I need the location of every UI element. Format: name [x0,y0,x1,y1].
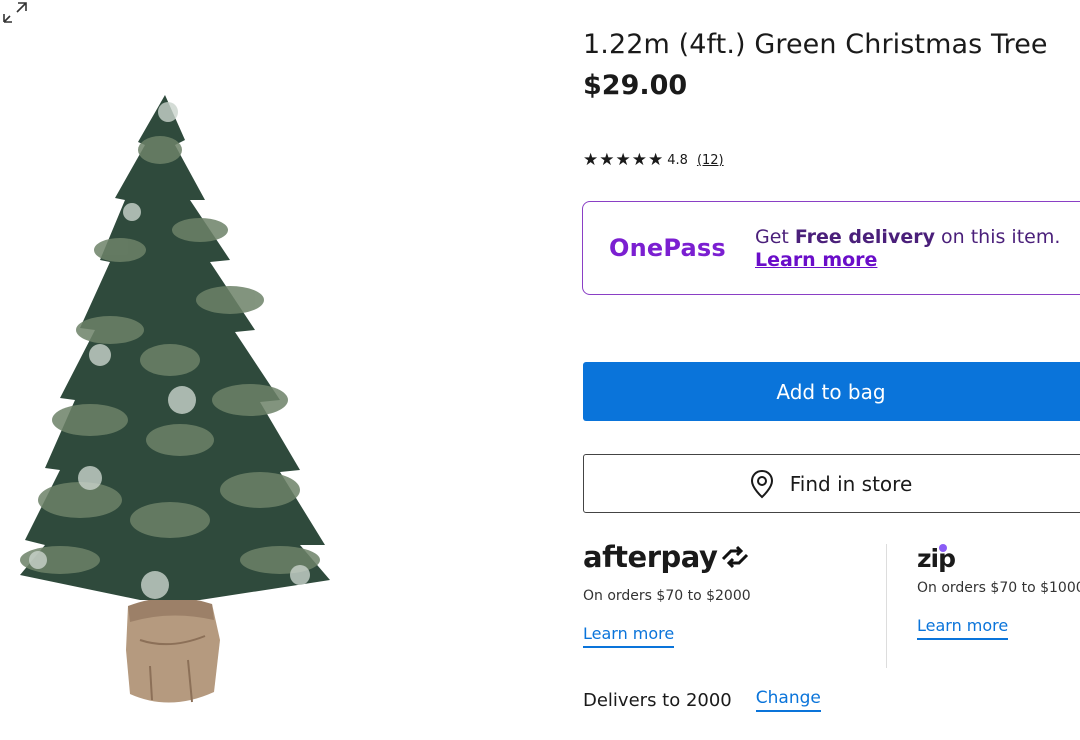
onepass-text-bold: Free delivery [794,226,935,248]
star-icon: ★ [631,150,647,170]
onepass-banner: OnePass Get Free delivery on this item. … [582,201,1080,295]
find-in-store-button[interactable]: Find in store [583,454,1080,513]
zip-learn-more-link[interactable]: Learn more [917,616,1009,640]
change-location-link[interactable]: Change [755,688,821,712]
zip-section: zip On orders $70 to $1000 Learn more [917,544,1080,640]
rating-value: 4.8 [667,153,688,168]
christmas-tree-image [20,95,330,703]
star-icon: ★ [599,150,615,170]
product-image[interactable] [0,0,540,740]
add-to-bag-label: Add to bag [776,379,886,404]
afterpay-logo: afterpay [583,540,883,574]
star-icon: ★ [648,150,664,170]
afterpay-description: On orders $70 to $2000 [583,588,751,604]
afterpay-section: afterpay On orders $70 to $2000 Learn mo… [583,540,883,648]
afterpay-arrows-icon [722,545,749,569]
onepass-logo: OnePass [609,234,726,262]
star-icon: ★ [583,150,599,170]
star-icon: ★ [615,150,631,170]
zip-description: On orders $70 to $1000 [917,580,1080,596]
product-rating: ★ ★ ★ ★ ★ 4.8 (12) [583,152,724,169]
zip-logo-text: zip [917,544,956,573]
product-page: 1.22m (4ft.) Green Christmas Tree $29.00… [0,0,1080,740]
delivery-location: Delivers to 2000 [583,689,732,711]
find-in-store-label: Find in store [789,471,913,496]
location-pin-icon [750,469,773,498]
zip-logo-dot [939,544,947,552]
delivery-info: Delivers to 2000 Change [583,688,821,712]
payment-divider [886,544,887,668]
rating-stars: ★ ★ ★ ★ ★ [583,152,663,169]
afterpay-logo-text: afterpay [583,540,718,574]
zip-logo: zip [917,544,1080,573]
product-price: $29.00 [583,70,688,101]
onepass-text-suffix: on this item. [934,226,1061,248]
add-to-bag-button[interactable]: Add to bag [583,362,1080,421]
product-title: 1.22m (4ft.) Green Christmas Tree [583,29,1048,60]
onepass-message: Get Free delivery on this item. Learn mo… [755,226,1080,272]
onepass-learn-more-link[interactable]: Learn more [755,249,877,271]
onepass-text-prefix: Get [755,226,795,248]
review-count-link[interactable]: (12) [697,153,724,168]
expand-icon[interactable] [0,0,30,24]
afterpay-learn-more-link[interactable]: Learn more [583,624,675,648]
